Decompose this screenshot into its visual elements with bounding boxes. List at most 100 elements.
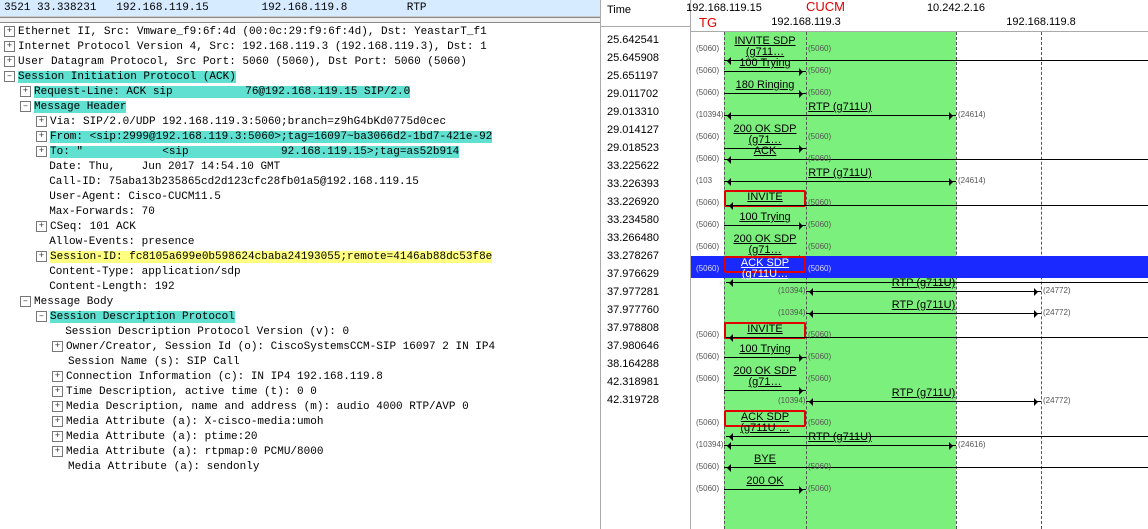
tree-message-body[interactable]: –Message Body xyxy=(2,295,598,310)
flow-message[interactable]: RTP (g711U) xyxy=(806,300,1041,317)
flow-row[interactable]: (5060)INVITE(5060) xyxy=(691,322,1148,344)
flow-row[interactable]: (5060)ACK(5060) xyxy=(691,146,1148,168)
flow-message[interactable]: 200 OK SDP (g71… xyxy=(724,124,806,141)
flow-message[interactable]: RTP (g711U) xyxy=(724,102,956,119)
flow-row[interactable]: (5060)200 OK SDP (g71…(5060) xyxy=(691,366,1148,388)
collapse-icon[interactable]: – xyxy=(4,71,15,82)
tree-user-agent[interactable]: User-Agent: Cisco-CUCM11.5 xyxy=(2,190,598,205)
tree-sdp-m[interactable]: +Media Description, name and address (m)… xyxy=(2,400,598,415)
expand-icon[interactable]: + xyxy=(52,386,63,397)
tree-sdp-t[interactable]: +Time Description, active time (t): 0 0 xyxy=(2,385,598,400)
tree-ip[interactable]: +Internet Protocol Version 4, Src: 192.1… xyxy=(2,40,598,55)
tree-sdp-c[interactable]: +Connection Information (c): IN IP4 192.… xyxy=(2,370,598,385)
flow-message[interactable]: INVITE xyxy=(724,190,806,207)
flow-row[interactable]: (103RTP (g711U)(24614) xyxy=(691,168,1148,190)
expand-icon[interactable]: + xyxy=(52,446,63,457)
flow-message[interactable]: 200 OK SDP (g71… xyxy=(724,366,806,383)
time-cell[interactable]: 37.980646 xyxy=(601,337,690,355)
expand-icon[interactable]: + xyxy=(4,26,15,37)
expand-icon[interactable]: + xyxy=(4,41,15,52)
tree-sdp-a2[interactable]: +Media Attribute (a): ptime:20 xyxy=(2,430,598,445)
time-cell[interactable]: 33.226920 xyxy=(601,193,690,211)
tree-sdp[interactable]: –Session Description Protocol xyxy=(2,310,598,325)
tree-content-type[interactable]: Content-Type: application/sdp xyxy=(2,265,598,280)
flow-message[interactable]: 100 Trying xyxy=(724,344,806,361)
expand-icon[interactable]: + xyxy=(52,431,63,442)
flow-row[interactable]: (5060)100 Trying(5060) xyxy=(691,58,1148,80)
time-cell[interactable]: 29.014127 xyxy=(601,121,690,139)
tree-call-id[interactable]: Call-ID: 75aba13b235865cd2d123cfc28fb01a… xyxy=(2,175,598,190)
tree-date[interactable]: Date: Thu, Jun 2017 14:54.10 GMT xyxy=(2,160,598,175)
time-cell[interactable]: 42.318981 xyxy=(601,373,690,391)
packet-list-row[interactable]: 3521 33.338231 192.168.119.15 192.168.11… xyxy=(0,0,600,17)
expand-icon[interactable]: + xyxy=(36,116,47,127)
flow-row[interactable]: (10394)RTP (g711U)(24772) xyxy=(691,388,1148,410)
time-cell[interactable]: 37.977281 xyxy=(601,283,690,301)
flow-message[interactable]: 180 Ringing xyxy=(724,80,806,97)
flow-row[interactable]: (5060)BYE(5060) xyxy=(691,454,1148,476)
flow-row[interactable]: (5060)200 OK SDP (g71…(5060) xyxy=(691,234,1148,256)
time-cell[interactable]: 25.642541 xyxy=(601,31,690,49)
time-cell[interactable]: 37.978808 xyxy=(601,319,690,337)
tree-cseq[interactable]: +CSeq: 101 ACK xyxy=(2,220,598,235)
tree-udp[interactable]: +User Datagram Protocol, Src Port: 5060 … xyxy=(2,55,598,70)
expand-icon[interactable]: + xyxy=(52,341,63,352)
time-cell[interactable]: 33.225622 xyxy=(601,157,690,175)
flow-message[interactable]: 100 Trying xyxy=(724,58,806,75)
flow-row[interactable]: (5060)ACK SDP (g711U…(5060) xyxy=(691,256,1148,278)
flow-row[interactable]: (5060)200 OK(5060) xyxy=(691,476,1148,498)
flow-row[interactable]: (10394)RTP (g711U)(24614) xyxy=(691,102,1148,124)
tree-sdp-a3[interactable]: +Media Attribute (a): rtpmap:0 PCMU/8000 xyxy=(2,445,598,460)
tree-to[interactable]: +To: " <sip 92.168.119.15>;tag=as52b914 xyxy=(2,145,598,160)
tree-sdp-v[interactable]: Session Description Protocol Version (v)… xyxy=(2,325,598,340)
flow-message[interactable]: 100 Trying xyxy=(724,212,806,229)
tree-ethernet[interactable]: +Ethernet II, Src: Vmware_f9:6f:4d (00:0… xyxy=(2,25,598,40)
tree-message-header[interactable]: –Message Header xyxy=(2,100,598,115)
flow-message[interactable]: 200 OK SDP (g71… xyxy=(724,234,806,251)
time-cell[interactable]: 33.278267 xyxy=(601,247,690,265)
time-cell[interactable]: 38.164288 xyxy=(601,355,690,373)
flow-message[interactable]: ACK SDP (g711U … xyxy=(724,410,806,427)
collapse-icon[interactable]: – xyxy=(20,101,31,112)
flow-message[interactable]: RTP (g711U) xyxy=(806,388,1041,405)
tree-sip[interactable]: –Session Initiation Protocol (ACK) xyxy=(2,70,598,85)
flow-row[interactable]: (5060)INVITE SDP (g711…(5060) xyxy=(691,36,1148,58)
tree-sdp-a4[interactable]: Media Attribute (a): sendonly xyxy=(2,460,598,475)
expand-icon[interactable]: + xyxy=(36,146,47,157)
expand-icon[interactable]: + xyxy=(36,221,47,232)
flow-message[interactable]: RTP (g711U) xyxy=(724,168,956,185)
flow-message[interactable]: BYE xyxy=(724,454,806,471)
flow-message[interactable]: INVITE xyxy=(724,322,806,339)
tree-sdp-a1[interactable]: +Media Attribute (a): X-cisco-media:umoh xyxy=(2,415,598,430)
tree-allow-events[interactable]: Allow-Events: presence xyxy=(2,235,598,250)
time-cell[interactable]: 29.013310 xyxy=(601,103,690,121)
flow-row[interactable]: (5060)100 Trying(5060) xyxy=(691,212,1148,234)
flow-row[interactable]: (5060)INVITE(5060) xyxy=(691,190,1148,212)
flow-message[interactable]: ACK xyxy=(724,146,806,163)
expand-icon[interactable]: + xyxy=(52,371,63,382)
expand-icon[interactable]: + xyxy=(52,416,63,427)
flow-row[interactable]: (5060)180 Ringing(5060) xyxy=(691,80,1148,102)
flow-message[interactable]: RTP (g711U) xyxy=(806,278,1041,295)
time-cell[interactable]: 25.645908 xyxy=(601,49,690,67)
time-cell[interactable]: 37.977760 xyxy=(601,301,690,319)
tree-max-forwards[interactable]: Max-Forwards: 70 xyxy=(2,205,598,220)
time-cell[interactable]: 33.226393 xyxy=(601,175,690,193)
expand-icon[interactable]: + xyxy=(36,251,47,262)
flow-row[interactable]: (5060)200 OK SDP (g71…(5060) xyxy=(691,124,1148,146)
time-cell[interactable]: 33.266480 xyxy=(601,229,690,247)
expand-icon[interactable]: + xyxy=(20,86,31,97)
collapse-icon[interactable]: – xyxy=(20,296,31,307)
collapse-icon[interactable]: – xyxy=(36,311,47,322)
expand-icon[interactable]: + xyxy=(4,56,15,67)
time-cell[interactable]: 42.319728 xyxy=(601,391,690,409)
tree-via[interactable]: +Via: SIP/2.0/UDP 192.168.119.3:5060;bra… xyxy=(2,115,598,130)
flow-row[interactable]: (10394)RTP (g711U)(24772) xyxy=(691,278,1148,300)
tree-content-length[interactable]: Content-Length: 192 xyxy=(2,280,598,295)
time-cell[interactable]: 37.976629 xyxy=(601,265,690,283)
flow-row[interactable]: (10394)RTP (g711U)(24772) xyxy=(691,300,1148,322)
tree-sdp-s[interactable]: Session Name (s): SIP Call xyxy=(2,355,598,370)
flow-message[interactable]: 200 OK xyxy=(724,476,806,493)
flow-message[interactable]: ACK SDP (g711U… xyxy=(724,256,806,273)
expand-icon[interactable]: + xyxy=(36,131,47,142)
